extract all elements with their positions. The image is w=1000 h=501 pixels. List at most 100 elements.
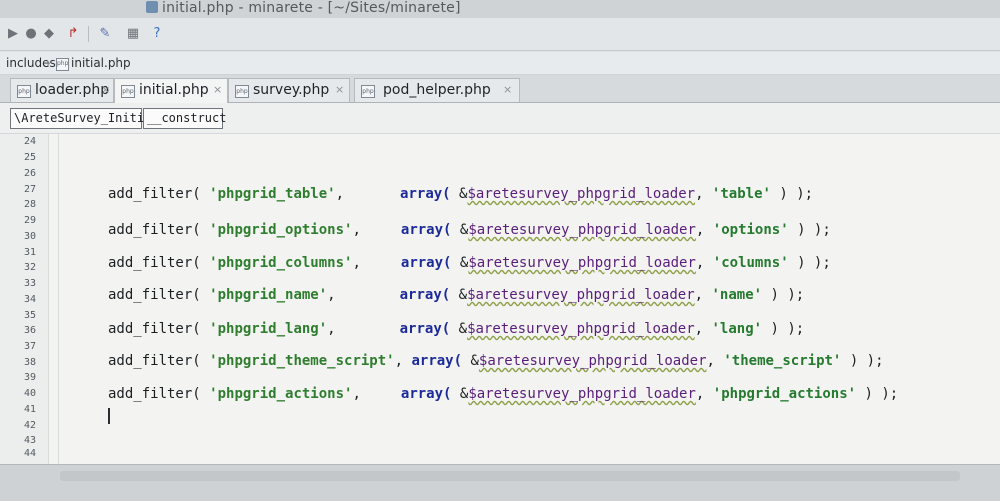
close-icon[interactable]: × (503, 83, 512, 96)
method-navigator[interactable]: __construct (143, 108, 226, 129)
comma: , (327, 321, 336, 337)
comma: , (352, 222, 361, 238)
horizontal-scrollbar[interactable] (60, 471, 960, 481)
close-icon[interactable]: × (213, 83, 222, 96)
closing-parens: ) ); (770, 287, 805, 303)
close-icon[interactable]: × (101, 83, 110, 96)
php-file-icon: php (121, 85, 135, 98)
method-string: 'lang' (711, 321, 763, 337)
array-keyword: array( (400, 255, 452, 271)
loader-variable: $aretesurvey_phpgrid_loader (468, 222, 696, 238)
line-number: 39 (23, 372, 36, 383)
code-line: add_filter( 'phpgrid_lang', array( &$aret… (108, 321, 805, 337)
build-icon[interactable]: ✎ (96, 24, 114, 42)
code-line: add_filter( 'phpgrid_theme_script', arra… (108, 353, 884, 369)
class-navigator[interactable]: \AreteSurvey_Initial (10, 108, 159, 129)
loader-variable: $aretesurvey_phpgrid_loader (467, 321, 695, 337)
loader-variable: $aretesurvey_phpgrid_loader (478, 353, 707, 369)
line-number: 33 (23, 278, 36, 289)
method-string: 'columns' (712, 255, 789, 271)
method-string: 'table' (711, 186, 771, 202)
text-cursor (108, 408, 110, 424)
tab-initial-php[interactable]: php initial.php × (114, 78, 228, 103)
line-number: 35 (23, 310, 36, 321)
hook-name-string: 'phpgrid_lang' (209, 321, 328, 337)
reference-operator: & (458, 321, 468, 337)
tab-label: loader.php (35, 82, 110, 98)
breadcrumb-file[interactable]: initial.php (71, 56, 131, 70)
method-string: 'phpgrid_actions' (712, 386, 857, 402)
function-name: add_filter( (108, 287, 201, 303)
array-keyword: array( (400, 386, 452, 402)
tab-survey-php[interactable]: php survey.php × (228, 78, 350, 102)
bug-icon[interactable]: ● (22, 24, 40, 42)
breadcrumb: includes › php initial.php (0, 52, 1000, 75)
comma: , (394, 353, 404, 369)
php-file-icon (146, 1, 158, 13)
array-keyword: array( (399, 287, 451, 303)
tab-pod-helper-php[interactable]: php pod_helper.php × (354, 78, 520, 102)
status-area (0, 464, 1000, 501)
step-icon[interactable]: ↱ (64, 24, 82, 42)
reference-operator: & (458, 287, 468, 303)
code-editor[interactable]: 24 25 26 27 28 29 30 31 32 33 34 35 36 3… (0, 134, 1000, 464)
line-number: 30 (23, 231, 36, 242)
editor-margin (58, 134, 59, 464)
line-number: 31 (23, 247, 36, 258)
hook-name-string: 'phpgrid_table' (209, 186, 336, 202)
line-number: 34 (23, 294, 36, 305)
array-keyword: array( (399, 321, 451, 337)
method-string: 'theme_script' (723, 353, 842, 369)
line-number: 28 (23, 199, 36, 210)
php-file-icon: php (17, 85, 31, 98)
line-number: 43 (23, 435, 36, 446)
play-icon[interactable]: ▶ (4, 24, 22, 42)
comma: , (352, 255, 361, 271)
php-file-icon: php (235, 85, 249, 98)
line-number: 38 (23, 357, 36, 368)
closing-parens: ) ); (770, 321, 805, 337)
php-file-icon: php (361, 85, 375, 98)
function-name: add_filter( (108, 353, 201, 369)
php-file-icon: php (56, 58, 69, 71)
array-keyword: array( (400, 186, 451, 202)
line-number-gutter: 24 25 26 27 28 29 30 31 32 33 34 35 36 3… (0, 134, 49, 464)
closing-parens: ) ); (864, 386, 899, 402)
line-number: 40 (23, 388, 36, 399)
line-number: 41 (23, 404, 36, 415)
code-line: add_filter( 'phpgrid_actions', array( &$a… (108, 386, 899, 402)
code-line: add_filter( 'phpgrid_options', array( &$a… (108, 222, 831, 238)
code-line: add_filter( 'phpgrid_name', array( &$aret… (108, 287, 805, 303)
window-titlebar: initial.php - minarete - [~/Sites/minare… (0, 0, 1000, 19)
line-number: 29 (23, 215, 36, 226)
stop-icon[interactable]: ◆ (40, 24, 58, 42)
close-icon[interactable]: × (335, 83, 344, 96)
tab-label: survey.php (253, 82, 330, 98)
reference-operator: & (470, 353, 479, 369)
hook-name-string: 'phpgrid_columns' (209, 255, 353, 271)
toolbar: ▶ ● ◆ ↱ ✎ ▦ ? (0, 18, 1000, 51)
editor-tabbar: php loader.php × php initial.php × php s… (0, 75, 1000, 103)
loader-variable: $aretesurvey_phpgrid_loader (468, 255, 696, 271)
loader-variable: $aretesurvey_phpgrid_loader (467, 287, 695, 303)
loader-variable: $aretesurvey_phpgrid_loader (467, 186, 696, 202)
window-title: initial.php - minarete - [~/Sites/minare… (162, 0, 461, 16)
array-keyword: array( (400, 222, 452, 238)
function-name: add_filter( (108, 186, 201, 202)
line-number: 37 (23, 341, 36, 352)
hook-name-string: 'phpgrid_actions' (209, 386, 353, 402)
comma: , (327, 287, 336, 303)
tab-loader-php[interactable]: php loader.php × (10, 78, 114, 102)
code-line: add_filter( 'phpgrid_table', array( &$are… (108, 186, 814, 202)
settings-icon[interactable]: ▦ (124, 24, 142, 42)
line-number: 26 (23, 168, 36, 179)
comma: , (335, 186, 345, 202)
tab-label: initial.php (139, 82, 209, 98)
loader-variable: $aretesurvey_phpgrid_loader (468, 386, 696, 402)
hook-name-string: 'phpgrid_options' (209, 222, 353, 238)
array-keyword: array( (411, 353, 463, 369)
closing-parens: ) ); (797, 222, 831, 238)
tab-label: pod_helper.php (383, 82, 491, 98)
line-number: 32 (23, 262, 36, 273)
help-icon[interactable]: ? (148, 24, 166, 42)
